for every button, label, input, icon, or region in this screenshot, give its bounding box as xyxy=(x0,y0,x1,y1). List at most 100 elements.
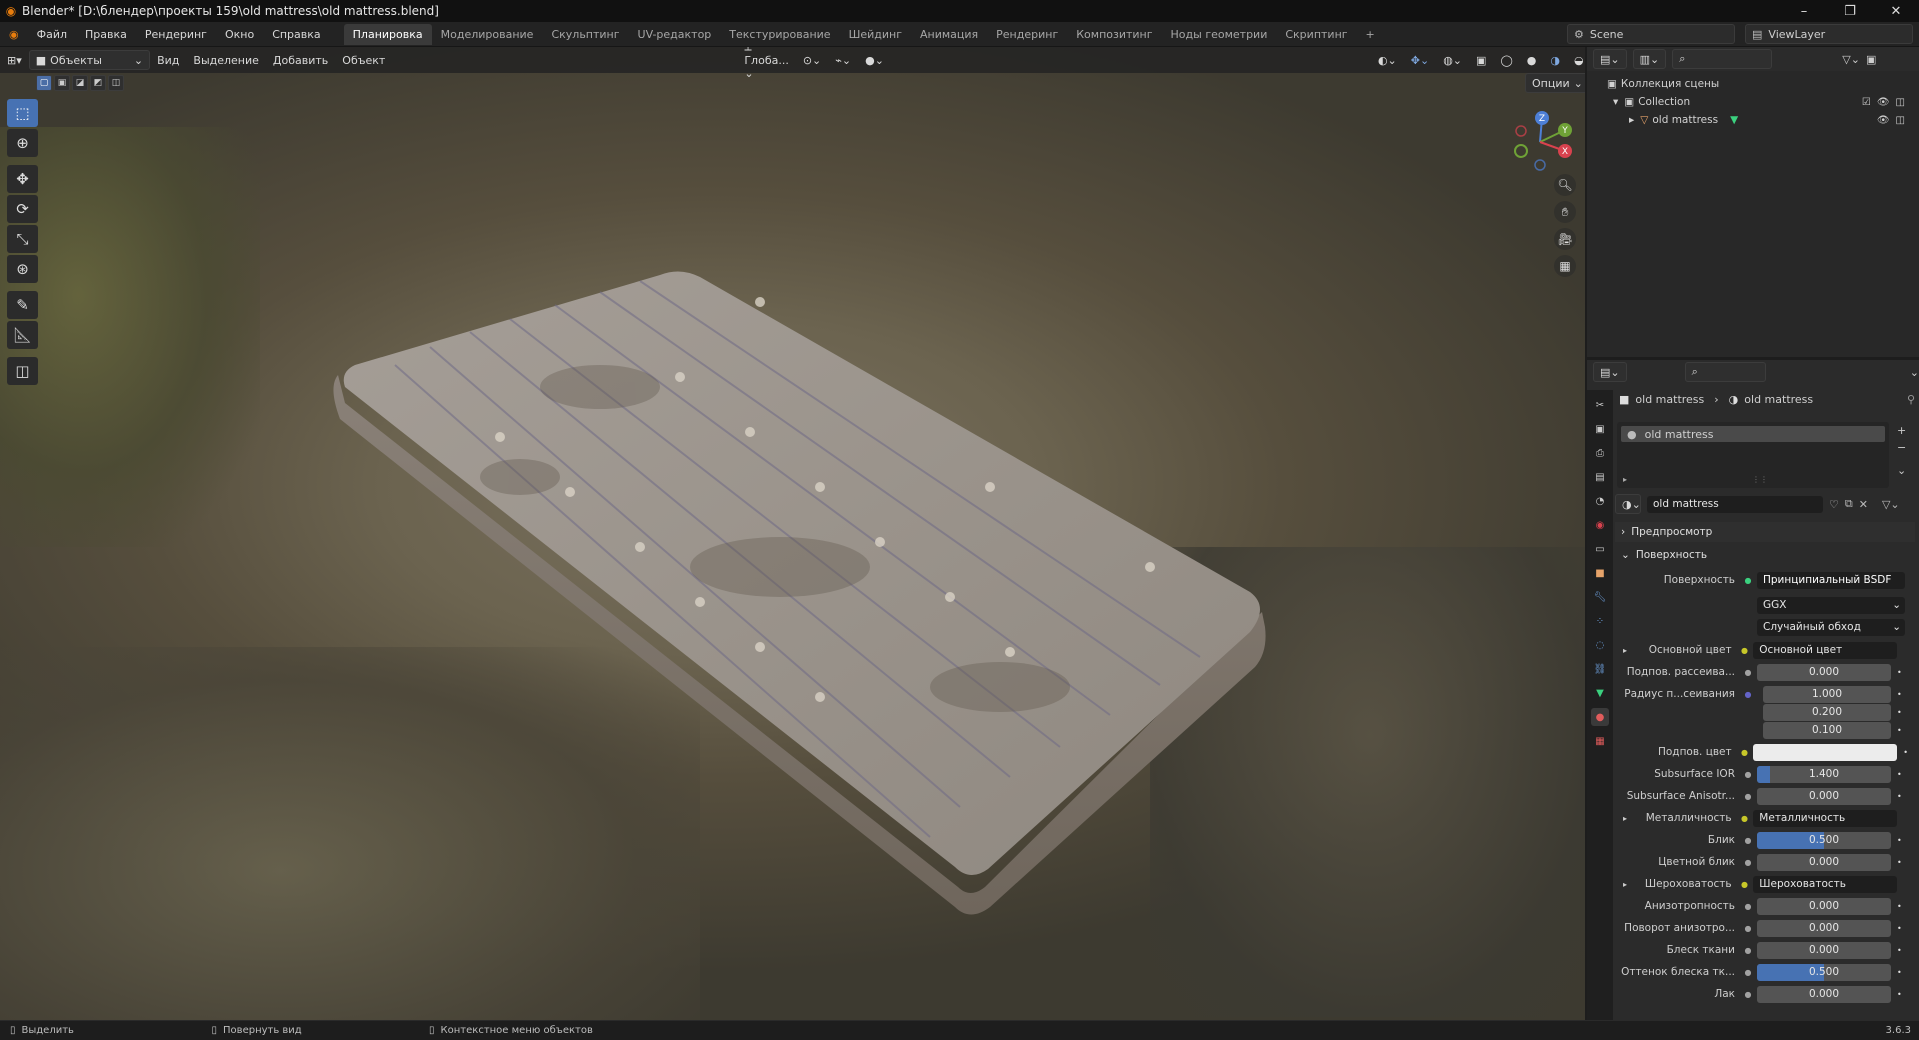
input-socket-icon[interactable]: ● xyxy=(1740,645,1750,655)
tab-rendering[interactable]: Рендеринг xyxy=(987,24,1067,45)
material-filter-icon[interactable]: ▽⌄ xyxy=(1882,498,1900,511)
input-socket-icon[interactable]: ● xyxy=(1743,989,1753,999)
input-socket-icon[interactable]: ● xyxy=(1743,769,1753,779)
menu-add[interactable]: Добавить xyxy=(266,54,335,67)
proportional-edit-icon[interactable]: ●⌄ xyxy=(858,54,891,67)
menu-file[interactable]: Файл xyxy=(28,22,76,47)
modifier-tab-icon[interactable]: 🔧︎ xyxy=(1591,588,1609,606)
input-socket-icon[interactable]: ● xyxy=(1743,923,1753,933)
value-slider[interactable]: 0.000 xyxy=(1757,985,1891,1003)
keyframe-icon[interactable]: • xyxy=(1897,770,1905,779)
pivot-icon[interactable]: ⊙⌄ xyxy=(796,54,828,67)
color-swatch[interactable] xyxy=(1753,743,1898,761)
preview-section[interactable]: › Предпросмотр xyxy=(1615,522,1915,542)
perspective-grid-icon[interactable]: ▦ xyxy=(1554,255,1576,277)
duplicate-material-icon[interactable]: ⧉ xyxy=(1845,497,1853,511)
value-slider[interactable]: 0.000 xyxy=(1757,853,1891,871)
select-subtract-icon[interactable]: ◪ xyxy=(72,75,88,91)
keyframe-icon[interactable]: • xyxy=(1897,708,1905,717)
world-tab-icon[interactable]: ◉ xyxy=(1591,516,1609,534)
close-button[interactable]: ✕ xyxy=(1873,0,1919,22)
mattress-model[interactable] xyxy=(0,47,1585,1020)
select-new-icon[interactable]: ▢ xyxy=(36,75,52,91)
scene-collection-row[interactable]: ▣ Коллекция сцены xyxy=(1587,75,1919,93)
linked-input-field[interactable]: Металличность xyxy=(1753,809,1898,827)
menu-help[interactable]: Справка xyxy=(263,22,329,47)
material-slot-list[interactable]: ● old mattress ▸ ⋮⋮ xyxy=(1617,422,1889,488)
view-layer-selector[interactable]: ▤ ViewLayer xyxy=(1745,24,1913,44)
options-button[interactable]: Опции ⌄ xyxy=(1525,73,1585,93)
value-slider[interactable]: 0.500 xyxy=(1757,831,1891,849)
navigation-gizmo[interactable]: Z Y X xyxy=(1505,107,1575,177)
expand-input-icon[interactable]: ▸ xyxy=(1623,814,1627,823)
display-mode-icon[interactable]: ▥⌄ xyxy=(1632,49,1667,69)
overlay-icon[interactable]: ◍⌄ xyxy=(1436,54,1469,67)
input-socket-icon[interactable]: ● xyxy=(1743,689,1753,699)
value-slider[interactable]: 0.000 xyxy=(1757,897,1891,915)
camera-view-icon[interactable]: 🎥︎ xyxy=(1554,228,1576,250)
data-tab-icon[interactable]: ▼ xyxy=(1591,684,1609,702)
tool-tab-icon[interactable]: ✂ xyxy=(1591,396,1609,414)
scene-selector[interactable]: ⚙ Scene xyxy=(1567,24,1735,44)
3d-viewport[interactable]: ⊞▾ ■ Объекты ⌄ Вид Выделение Добавить Объе… xyxy=(0,47,1585,1020)
tab-texture-paint[interactable]: Текстурирование xyxy=(720,24,839,45)
input-socket-icon[interactable]: ● xyxy=(1743,667,1753,677)
menu-render[interactable]: Рендеринг xyxy=(136,22,216,47)
transform-orientation[interactable]: ⟂ Глоба... ⌄ xyxy=(737,47,795,80)
input-socket-icon[interactable] xyxy=(1743,725,1753,735)
minimize-button[interactable]: – xyxy=(1781,0,1827,22)
keyframe-icon[interactable]: • xyxy=(1897,968,1905,977)
value-slider[interactable]: 0.000 xyxy=(1757,663,1891,681)
tab-scripting[interactable]: Скриптинг xyxy=(1276,24,1356,45)
keyframe-icon[interactable]: • xyxy=(1897,836,1905,845)
pin-icon[interactable]: ⚲ xyxy=(1907,393,1915,406)
select-box-tool-icon[interactable]: ⬚ xyxy=(7,99,38,127)
resize-handle-icon[interactable]: ⋮⋮ xyxy=(1752,475,1768,484)
keyframe-icon[interactable]: • xyxy=(1903,748,1911,757)
value-slider[interactable]: 0.100 xyxy=(1763,721,1891,739)
select-extend-icon[interactable]: ▣ xyxy=(54,75,70,91)
menu-view[interactable]: Вид xyxy=(150,54,186,67)
add-workspace-icon[interactable]: + xyxy=(1357,24,1384,45)
disclosure-down-icon[interactable]: ▾ xyxy=(1613,96,1618,108)
solid-shading-icon[interactable]: ● xyxy=(1520,54,1544,67)
keyframe-icon[interactable]: • xyxy=(1897,668,1905,677)
input-socket-icon[interactable]: ● xyxy=(1743,791,1753,801)
tab-shading[interactable]: Шейдинг xyxy=(840,24,911,45)
value-slider[interactable]: 0.000 xyxy=(1757,919,1891,937)
select-invert-icon[interactable]: ◩ xyxy=(90,75,106,91)
input-socket-icon[interactable]: ● xyxy=(1740,747,1750,757)
value-slider[interactable]: 0.000 xyxy=(1757,787,1891,805)
constraints-tab-icon[interactable]: ⛓︎ xyxy=(1591,660,1609,678)
editor-type-icon[interactable]: ⊞▾ xyxy=(0,54,29,67)
input-socket-icon[interactable]: ● xyxy=(1743,945,1753,955)
slot-menu-icon[interactable]: ⌄ xyxy=(1897,464,1906,477)
object-visibility-icons[interactable]: 👁︎◫ xyxy=(1877,115,1911,126)
outliner-editor-type-icon[interactable]: ▤⌄ xyxy=(1593,49,1627,69)
material-slot[interactable]: ● old mattress xyxy=(1621,426,1885,442)
scene-tab-icon[interactable]: ◔ xyxy=(1591,492,1609,510)
filter-icon[interactable]: ▽⌄ xyxy=(1842,53,1860,66)
rendered-shading-icon[interactable]: ◒⌄ xyxy=(1567,54,1585,67)
keyframe-icon[interactable]: • xyxy=(1897,990,1905,999)
move-tool-icon[interactable]: ✥ xyxy=(7,165,38,193)
disclosure-right-icon[interactable]: ▸ xyxy=(1629,114,1634,126)
keyframe-icon[interactable]: • xyxy=(1897,792,1905,801)
measure-tool-icon[interactable]: 📐︎ xyxy=(7,321,38,349)
expand-input-icon[interactable]: ▸ xyxy=(1623,646,1627,655)
browse-material-icon[interactable]: ◑⌄ xyxy=(1615,494,1641,514)
value-slider[interactable]: 0.200 xyxy=(1763,703,1891,721)
restore-button[interactable]: ❐ xyxy=(1827,0,1873,22)
value-slider[interactable]: 0.500 xyxy=(1757,963,1891,981)
render-tab-icon[interactable]: ▣ xyxy=(1591,420,1609,438)
linked-input-field[interactable]: Основной цвет xyxy=(1753,641,1898,659)
visibility-icon[interactable]: ◐⌄ xyxy=(1371,54,1404,67)
blender-menu-icon[interactable]: ◉ xyxy=(0,22,28,47)
material-shading-icon[interactable]: ◑ xyxy=(1543,54,1567,67)
tab-geometry-nodes[interactable]: Ноды геометрии xyxy=(1162,24,1277,45)
gizmo-toggle-icon[interactable]: ✥⌄ xyxy=(1404,54,1436,67)
unlink-material-icon[interactable]: ✕ xyxy=(1859,498,1868,511)
remove-slot-icon[interactable]: − xyxy=(1897,441,1906,454)
collection-row[interactable]: ▾ ▣ Collection ☑👁︎◫ xyxy=(1587,93,1919,111)
zoom-icon[interactable]: 🔍︎ xyxy=(1554,174,1576,196)
